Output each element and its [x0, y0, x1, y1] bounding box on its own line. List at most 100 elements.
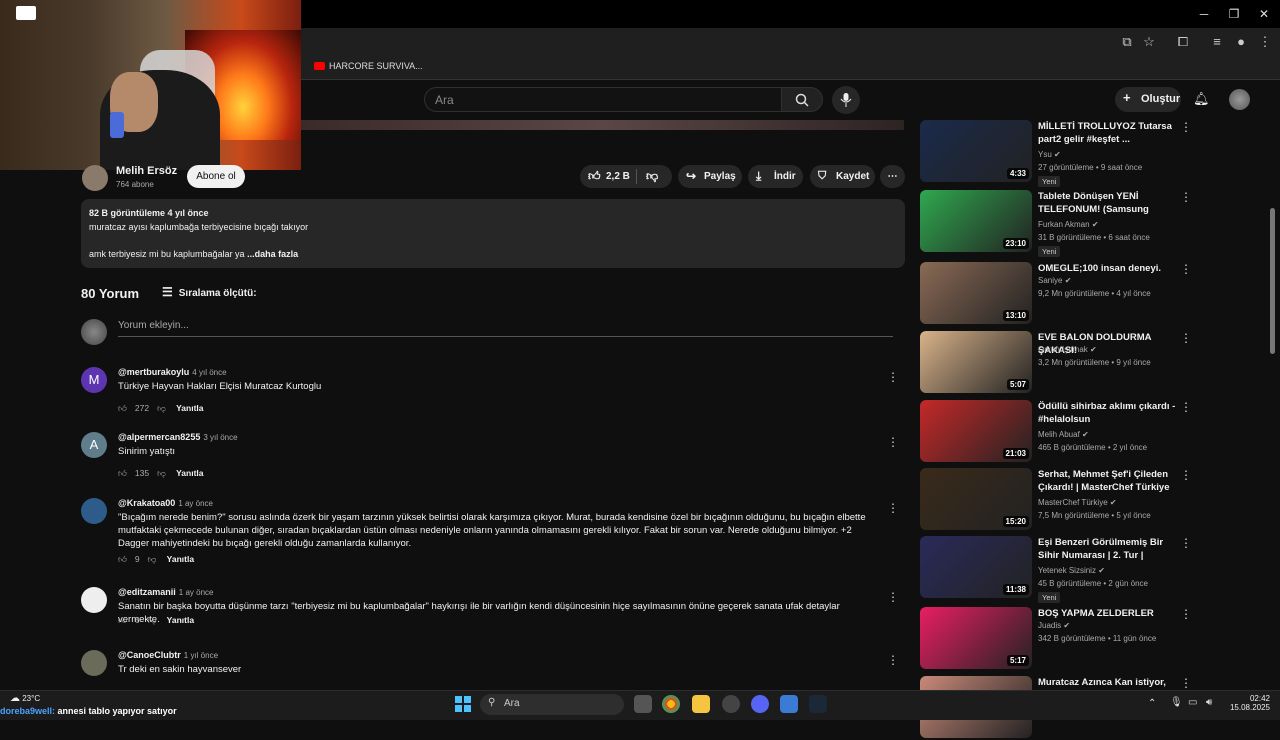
comment-menu-icon[interactable]: ⋮ [887, 590, 899, 604]
channel-avatar[interactable] [82, 165, 108, 191]
video-title[interactable]: Tablete Dönüşen YENİ TELEFONUM! (Samsung… [1038, 190, 1180, 216]
commenter-avatar[interactable]: M [81, 367, 107, 393]
video-title[interactable]: OMEGLE;100 insan deneyi. [1038, 262, 1180, 275]
thumbs-down-icon[interactable]: 👎︎ [148, 615, 157, 625]
weather-widget[interactable]: ☁ 23°C [10, 693, 40, 704]
comment-menu-icon[interactable]: ⋮ [887, 653, 899, 667]
thumbs-down-icon[interactable]: 👎︎ [157, 403, 166, 413]
video-title[interactable]: MİLLETİ TROLLUYOZ Tutarsa part2 gelir #k… [1038, 120, 1180, 146]
video-menu-icon[interactable]: ⋮ [1180, 676, 1192, 690]
subscribe-button[interactable]: Abone ol [187, 165, 245, 188]
comment-menu-icon[interactable]: ⋮ [887, 370, 899, 384]
commenter-avatar[interactable] [81, 498, 107, 524]
commenter-name[interactable]: @editzamanii [118, 587, 176, 597]
recommended-video[interactable]: 5:17 BOŞ YAPMA ZELDERLER Juadis ✔ 342 B gö… [920, 607, 1260, 671]
video-title[interactable]: Serhat, Mehmet Şef'i Çileden Çıkardı! | … [1038, 468, 1180, 494]
video-thumbnail[interactable]: 21:03 [920, 400, 1032, 462]
video-thumbnail[interactable]: 4:33 [920, 120, 1032, 182]
video-menu-icon[interactable]: ⋮ [1180, 468, 1192, 482]
media-icon[interactable]: ≡ [1208, 33, 1226, 51]
video-menu-icon[interactable]: ⋮ [1180, 331, 1192, 345]
windows-start-icon[interactable] [455, 696, 471, 712]
taskbar-search[interactable]: ⚲ Ara [480, 694, 624, 715]
video-title[interactable]: Ödüllü sihirbaz aklımı çıkardı - #helalo… [1038, 400, 1180, 426]
video-channel[interactable]: MasterChef Türkiye ✔ [1038, 498, 1117, 507]
video-menu-icon[interactable]: ⋮ [1180, 120, 1192, 134]
commenter-name[interactable]: @Krakatoa00 [118, 498, 175, 508]
more-actions-button[interactable]: ⋯ [880, 165, 905, 188]
video-channel[interactable]: Furkan Akman ✔ [1038, 220, 1099, 229]
reply-button[interactable]: Yanıtla [176, 403, 203, 413]
commenter-name[interactable]: @CanoeClubtr [118, 650, 181, 660]
recommended-video[interactable]: 11:38 Eşi Benzeri Görülmemiş Bir Sihir N… [920, 536, 1260, 603]
recommended-video[interactable]: 21:03 Ödüllü sihirbaz aklımı çıkardı - #… [920, 400, 1260, 464]
bell-icon[interactable]: 🔔︎ [1193, 91, 1210, 107]
video-channel[interactable]: Saniye ✔ [1038, 276, 1071, 285]
video-menu-icon[interactable]: ⋮ [1180, 190, 1192, 204]
share-button[interactable]: ↪ Paylaş [678, 165, 742, 188]
steam-icon[interactable] [809, 695, 827, 713]
recommended-video[interactable]: 5:07 EVE BALON DOLDURMA ŞAKASI! Orkun Işı… [920, 331, 1260, 395]
scrollbar[interactable] [1270, 208, 1275, 354]
commenter-avatar[interactable] [81, 587, 107, 613]
commenter-name[interactable]: @mertburakoylu [118, 367, 189, 377]
video-title[interactable]: Eşi Benzeri Görülmemiş Bir Sihir Numaras… [1038, 536, 1180, 562]
comment-menu-icon[interactable]: ⋮ [887, 435, 899, 449]
cast-icon[interactable]: ⧉ [1118, 33, 1136, 51]
video-channel[interactable]: Orkun Işıtmak ✔ [1038, 345, 1097, 354]
video-menu-icon[interactable]: ⋮ [1180, 400, 1192, 414]
thumbs-down-icon[interactable]: 👎︎ [148, 554, 157, 564]
video-thumbnail[interactable]: 11:38 [920, 536, 1032, 598]
extensions-icon[interactable]: ⧠ [1174, 33, 1192, 51]
commenter-avatar[interactable] [81, 650, 107, 676]
profile-icon[interactable]: ● [1232, 33, 1250, 51]
create-button[interactable]: + Oluştur [1115, 87, 1181, 112]
channel-name[interactable]: Melih Ersöz [116, 165, 177, 177]
add-comment-input[interactable]: Yorum ekleyin... [118, 320, 893, 337]
minimize-icon[interactable]: ─ [1194, 4, 1214, 24]
video-player[interactable] [301, 120, 904, 130]
recommended-video[interactable]: 13:10 OMEGLE;100 insan deneyi. Saniye ✔ 9,… [920, 262, 1260, 326]
video-title[interactable]: Muratcaz Azınca Kan istiyor, [1038, 676, 1180, 689]
description-box[interactable]: 82 B görüntüleme 4 yıl önce muratcaz ayı… [81, 199, 905, 268]
system-clock[interactable]: 02:42 15.08.2025 [1226, 694, 1270, 712]
like-count[interactable]: 2,2 B [606, 165, 630, 188]
thumbs-up-icon[interactable]: 👍︎ [118, 615, 127, 625]
video-menu-icon[interactable]: ⋮ [1180, 262, 1192, 276]
clock-app-icon[interactable] [722, 695, 740, 713]
star-icon[interactable]: ☆ [1140, 33, 1158, 51]
video-thumbnail[interactable]: 15:20 [920, 468, 1032, 530]
save-button[interactable]: ⛉ Kaydet [810, 165, 875, 188]
close-icon[interactable]: ✕ [1254, 4, 1274, 24]
volume-icon[interactable]: 🔊︎ [1206, 697, 1212, 708]
thumbs-up-icon[interactable]: 👍︎ [118, 554, 127, 564]
video-channel[interactable]: Melih Abuaf ✔ [1038, 430, 1089, 439]
recommended-video[interactable]: 4:33 MİLLETİ TROLLUYOZ Tutarsa part2 gel… [920, 120, 1260, 187]
mic-tray-icon[interactable]: 🎙︎ [1170, 697, 1183, 708]
menu-icon[interactable]: ⋮ [1256, 33, 1274, 51]
discord-icon[interactable] [751, 695, 769, 713]
app-icon[interactable] [780, 695, 798, 713]
task-view-icon[interactable] [634, 695, 652, 713]
recommended-video[interactable]: 15:20 Serhat, Mehmet Şef'i Çileden Çıkar… [920, 468, 1260, 532]
chrome-icon[interactable] [662, 695, 680, 713]
thumbs-down-icon[interactable]: 👎︎ [157, 468, 166, 478]
tray-chevron-icon[interactable]: ⌃ [1148, 698, 1156, 709]
account-avatar[interactable] [1229, 89, 1250, 110]
video-menu-icon[interactable]: ⋮ [1180, 536, 1192, 550]
video-thumbnail[interactable]: 5:07 [920, 331, 1032, 393]
video-thumbnail[interactable]: 5:17 [920, 607, 1032, 669]
video-thumbnail[interactable]: 13:10 [920, 262, 1032, 324]
file-explorer-icon[interactable] [692, 695, 710, 713]
show-more-link[interactable]: ...daha fazla [247, 249, 298, 259]
bookmark-item[interactable]: HARCORE SURVIVA... [329, 61, 423, 71]
video-channel[interactable]: Juadis ✔ [1038, 621, 1070, 630]
download-button[interactable]: ⤓ İndir [748, 165, 803, 188]
thumbs-up-icon[interactable]: 👍︎ [118, 403, 127, 413]
search-input[interactable]: Ara [424, 87, 782, 112]
reply-button[interactable]: Yanıtla [167, 554, 194, 564]
video-thumbnail[interactable]: 23:10 [920, 190, 1032, 252]
video-menu-icon[interactable]: ⋮ [1180, 607, 1192, 621]
search-button[interactable] [781, 87, 823, 112]
voice-search-button[interactable] [832, 86, 860, 114]
